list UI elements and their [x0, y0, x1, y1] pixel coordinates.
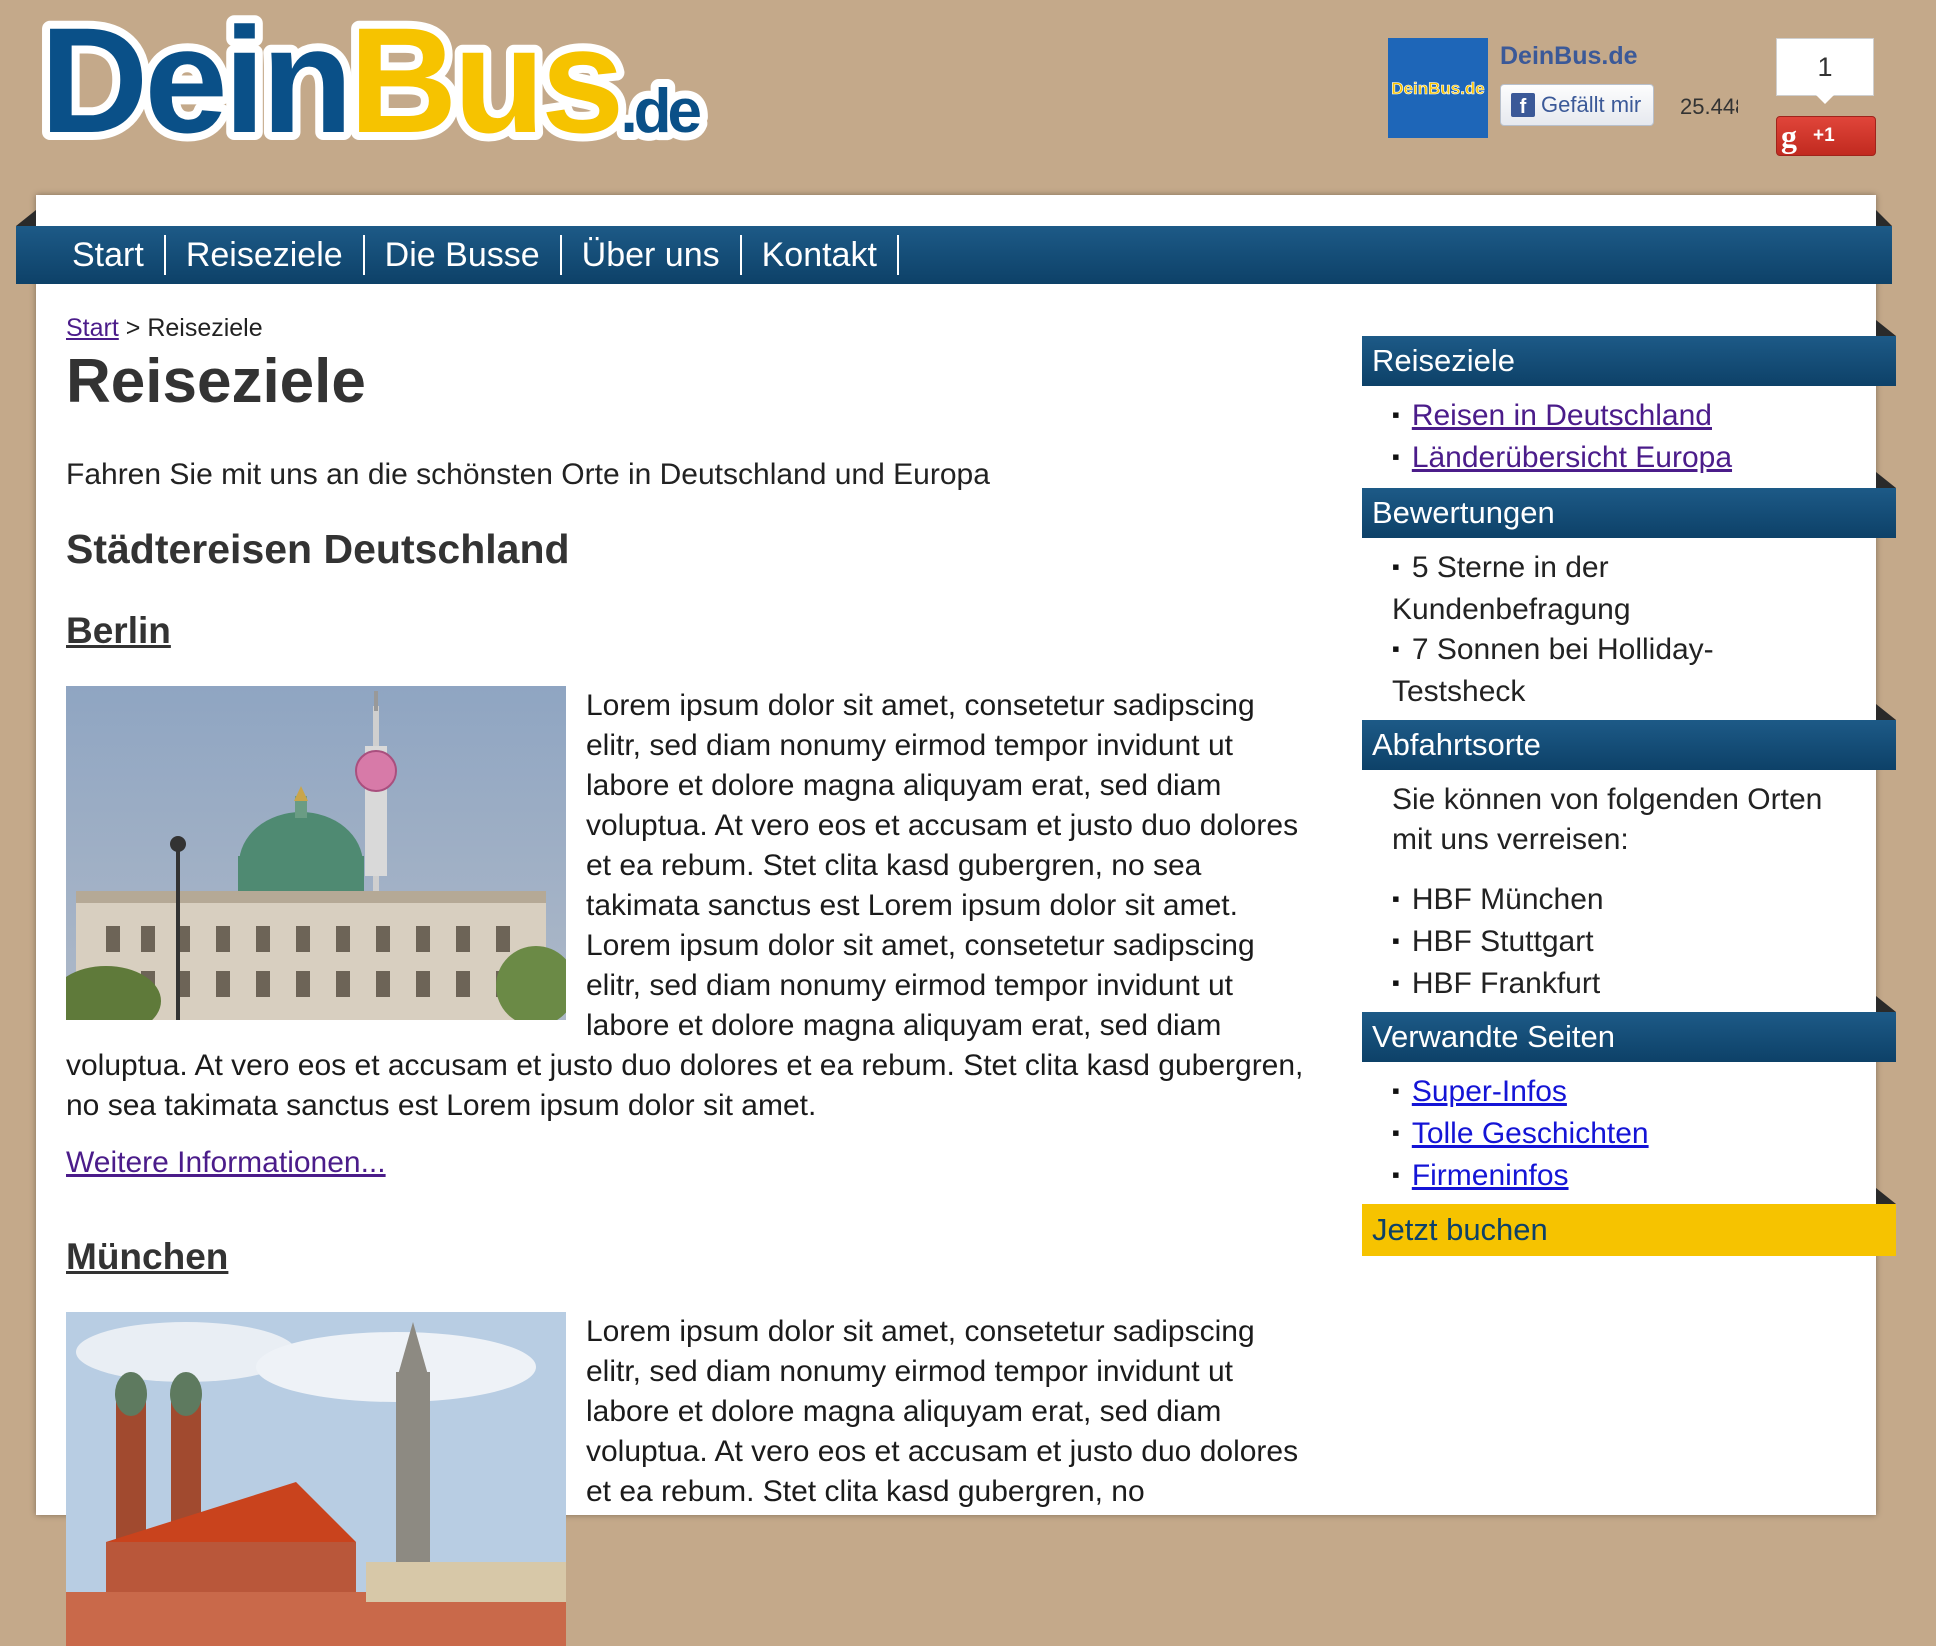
site-logo[interactable]: DeinBus.de DeinBus.de [34, 14, 844, 164]
svg-text:DeinBus.de: DeinBus.de [40, 14, 701, 164]
logo-suffix-fill: .de [620, 77, 700, 146]
sidebar-link-tolle-geschichten[interactable]: Tolle Geschichten [1412, 1117, 1649, 1150]
gplus-icon: g [1781, 118, 1797, 154]
berlin-photo-icon [66, 686, 566, 1020]
list-item: Tolle Geschichten [1392, 1114, 1649, 1156]
sidebar-link-laenderuebersicht[interactable]: Länderübersicht Europa [1412, 441, 1732, 474]
main-navigation: Start Reiseziele Die Busse Über uns Kont… [16, 226, 1892, 284]
sidebar-list-reiseziele: Reisen in Deutschland Länderübersicht Eu… [1392, 396, 1732, 480]
sidebar-list-bewertungen: 5 Sterne in der Kundenbefragung 7 Sonnen… [1392, 548, 1792, 712]
sidebar-ribbon-fold [1876, 320, 1896, 336]
list-item: Länderübersicht Europa [1392, 438, 1732, 480]
list-item: 5 Sterne in der Kundenbefragung [1392, 548, 1792, 630]
city-title-muenchen[interactable]: München [66, 1236, 228, 1278]
berlin-more-info-link[interactable]: Weitere Informationen... [66, 1146, 386, 1180]
list-item: Firmeninfos [1392, 1156, 1649, 1198]
nav-ribbon-fold-right [1876, 210, 1892, 226]
list-item: Super-Infos [1392, 1072, 1649, 1114]
departure-intro-text: Sie können von folgenden Orten mit uns v… [1392, 783, 1823, 856]
book-now-button[interactable]: Jetzt buchen [1362, 1204, 1896, 1256]
list-item: Reisen in Deutschland [1392, 396, 1732, 438]
logo-part-bus-fill: Bus [349, 14, 620, 164]
departure-location: HBF München [1411, 883, 1604, 916]
facebook-like-button[interactable]: f Gefällt mir [1500, 84, 1655, 126]
page-title: Reiseziele [66, 347, 366, 416]
breadcrumb-current: Reiseziele [147, 314, 263, 342]
facebook-like-box: DeinBus.de DeinBus.de f Gefällt mir 25.4… [1388, 38, 1748, 140]
sidebar-list-abfahrtsorte: HBF München HBF Stuttgart HBF Frankfurt [1392, 880, 1604, 1006]
list-item: 7 Sonnen bei Holliday-Testsheck [1392, 630, 1792, 712]
facebook-page-thumbnail[interactable]: DeinBus.de [1388, 38, 1488, 138]
breadcrumb: Start > Reiseziele [66, 314, 263, 343]
logo-part-dein-fill: Dein [40, 14, 349, 164]
gplus-bubble-arrow [1816, 95, 1834, 104]
facebook-like-count: 25.448 [1680, 94, 1738, 119]
breadcrumb-separator: > [125, 314, 141, 342]
sidebar-heading-abfahrtsorte: Abfahrtsorte [1362, 720, 1896, 770]
nav-item-kontakt[interactable]: Kontakt [742, 235, 899, 275]
sidebar-link-super-infos[interactable]: Super-Infos [1412, 1075, 1567, 1108]
facebook-icon: f [1511, 93, 1535, 117]
breadcrumb-home-link[interactable]: Start [66, 314, 119, 342]
section-title: Städtereisen Deutschland [66, 526, 570, 572]
facebook-page-name[interactable]: DeinBus.de [1500, 42, 1638, 71]
sidebar-ribbon-fold [1876, 1188, 1896, 1204]
nav-item-start[interactable]: Start [40, 235, 166, 275]
list-item: HBF Frankfurt [1392, 964, 1604, 1006]
departure-location: HBF Frankfurt [1411, 967, 1601, 1000]
sidebar-ribbon-fold [1876, 996, 1896, 1012]
sidebar-heading-bewertungen: Bewertungen [1362, 488, 1896, 538]
intro-text: Fahren Sie mit uns an die schönsten Orte… [66, 458, 990, 491]
rating-text: 7 Sonnen bei Holliday-Testsheck [1392, 633, 1714, 708]
nav-item-ueber-uns[interactable]: Über uns [562, 235, 742, 275]
sidebar-link-reisen-deutschland[interactable]: Reisen in Deutschland [1412, 399, 1712, 432]
departure-location: HBF Stuttgart [1411, 925, 1594, 958]
nav-item-die-busse[interactable]: Die Busse [365, 235, 562, 275]
list-item: HBF München [1392, 880, 1604, 922]
city-title-berlin[interactable]: Berlin [66, 610, 171, 652]
list-item: HBF Stuttgart [1392, 922, 1604, 964]
muenchen-photo-icon [66, 1312, 566, 1646]
sidebar-heading-verwandte-seiten: Verwandte Seiten [1362, 1012, 1896, 1062]
nav-ribbon-fold-left [16, 210, 36, 226]
facebook-thumb-logo-text: DeinBus.de [1391, 79, 1485, 98]
sidebar-ribbon-fold [1876, 704, 1896, 720]
sidebar-ribbon-fold [1876, 472, 1896, 488]
sidebar-heading-reiseziele: Reiseziele [1362, 336, 1896, 386]
facebook-like-label: Gefällt mir [1541, 92, 1642, 117]
city-block-muenchen: Lorem ipsum dolor sit amet, consetetur s… [66, 1312, 1306, 1646]
nav-item-reiseziele[interactable]: Reiseziele [166, 235, 365, 275]
gplus-button[interactable]: g +1 [1776, 116, 1876, 156]
gplus-button-label: +1 [1813, 125, 1835, 146]
sidebar-list-verwandte-seiten: Super-Infos Tolle Geschichten Firmeninfo… [1392, 1072, 1649, 1198]
city-block-berlin: Lorem ipsum dolor sit amet, consetetur s… [66, 686, 1306, 1126]
gplus-count-bubble: 1 [1776, 38, 1874, 96]
rating-text: 5 Sterne in der Kundenbefragung [1392, 551, 1631, 626]
sidebar-link-firmeninfos[interactable]: Firmeninfos [1412, 1159, 1569, 1192]
